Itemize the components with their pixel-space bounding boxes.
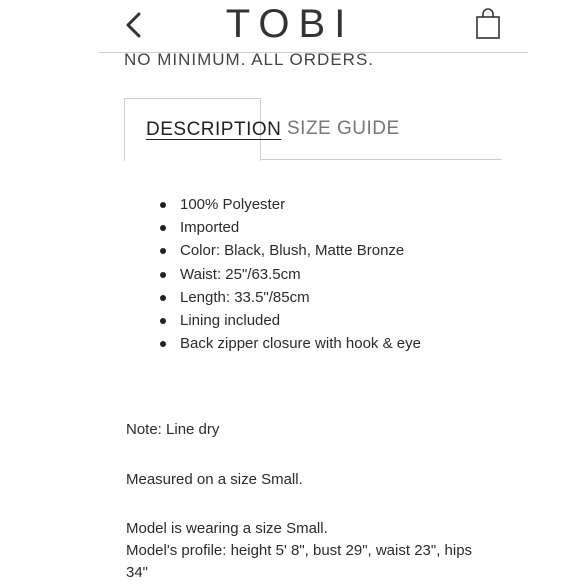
app-header: TOBI xyxy=(0,0,580,52)
feature-list: 100% Polyester Imported Color: Black, Bl… xyxy=(160,193,421,355)
cart-button[interactable] xyxy=(474,6,504,40)
list-item: Color: Black, Blush, Matte Bronze xyxy=(160,239,421,262)
model-size-note: Model is wearing a size Small. xyxy=(126,520,328,537)
shopping-bag-icon xyxy=(476,8,500,39)
list-item: Waist: 25"/63.5cm xyxy=(160,263,421,286)
tab-size-guide-label: SIZE GUIDE xyxy=(287,118,400,139)
promo-banner: NO MINIMUM. ALL ORDERS. xyxy=(124,50,375,69)
list-item: Imported xyxy=(160,216,421,239)
tab-description[interactable]: DESCRIPTION xyxy=(124,98,281,161)
tabs-divider xyxy=(261,159,502,160)
list-item: 100% Polyester xyxy=(160,193,421,216)
list-item: Lining included xyxy=(160,309,421,332)
tab-size-guide[interactable]: SIZE GUIDE xyxy=(262,98,402,160)
model-profile-note: Model's profile: height 5' 8", bust 29",… xyxy=(126,542,473,559)
care-note: Note: Line dry xyxy=(126,421,220,438)
model-profile-note-cont: 34" xyxy=(126,564,149,581)
measured-note: Measured on a size Small. xyxy=(126,471,303,488)
list-item: Length: 33.5"/85cm xyxy=(160,286,421,309)
list-item: Back zipper closure with hook & eye xyxy=(160,332,421,355)
